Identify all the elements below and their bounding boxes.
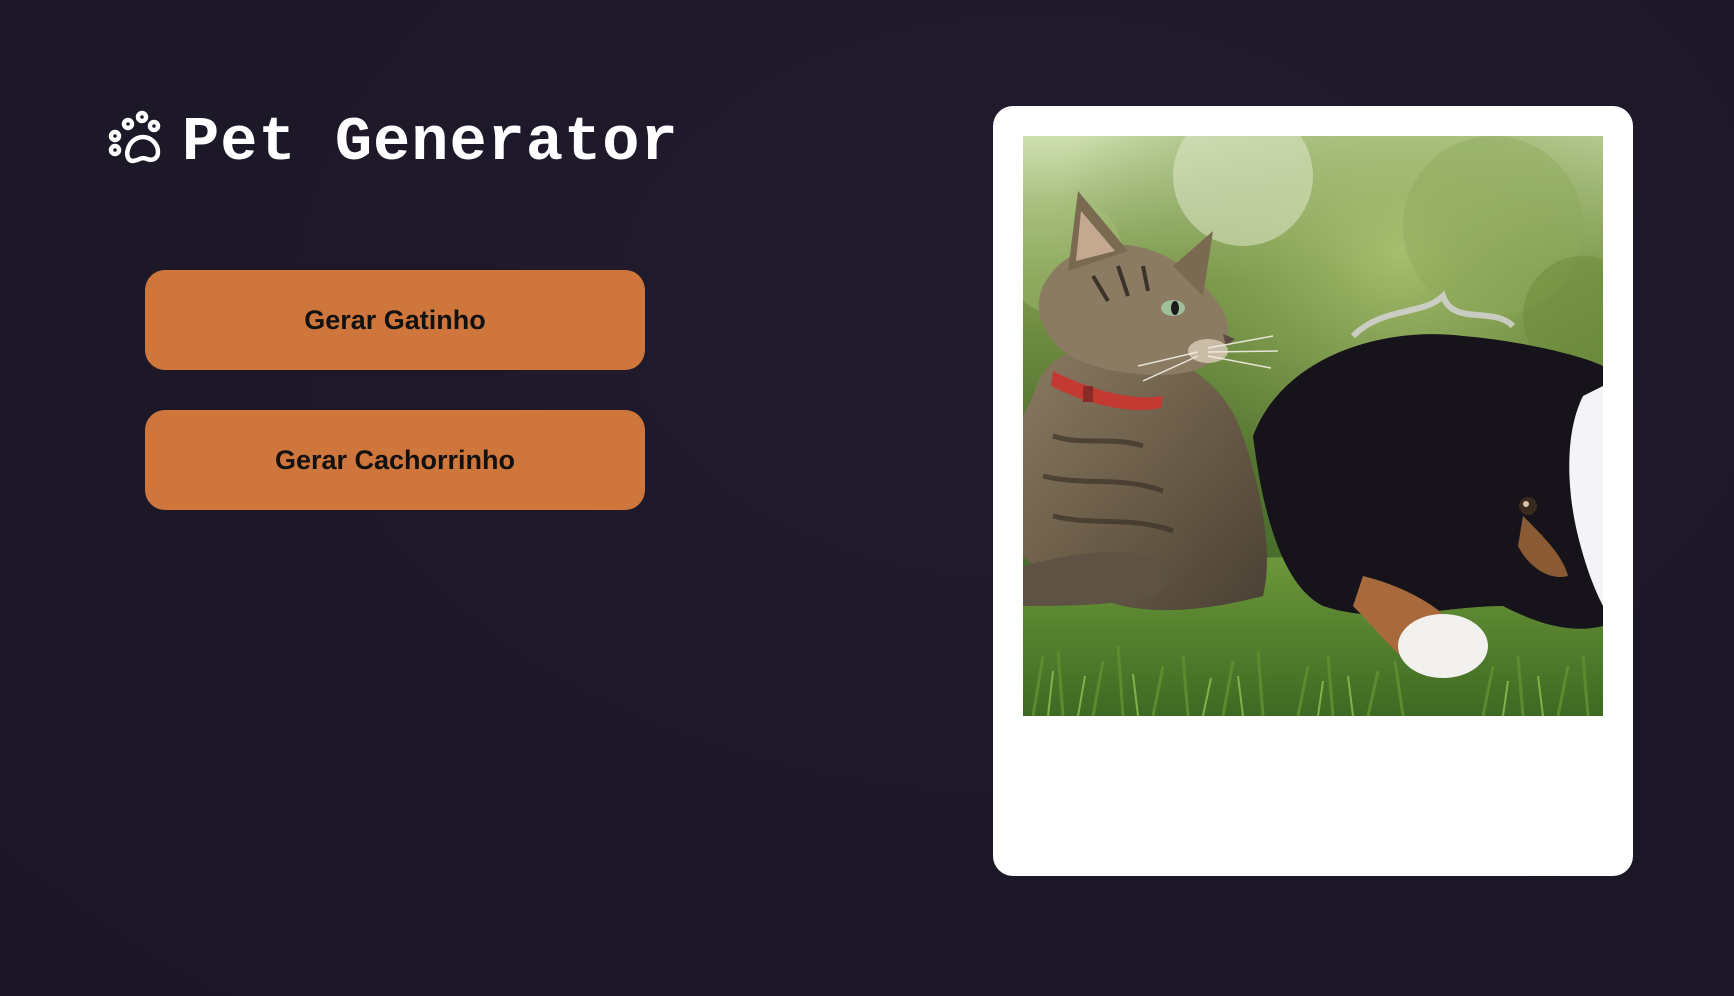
generate-cat-button[interactable]: Gerar Gatinho	[145, 270, 645, 370]
app-header: Pet Generator	[106, 108, 679, 174]
pet-photo	[1023, 136, 1603, 716]
generate-dog-button[interactable]: Gerar Cachorrinho	[145, 410, 645, 510]
page-title: Pet Generator	[182, 107, 679, 178]
paw-icon	[108, 110, 161, 164]
pet-image-card	[993, 106, 1633, 876]
